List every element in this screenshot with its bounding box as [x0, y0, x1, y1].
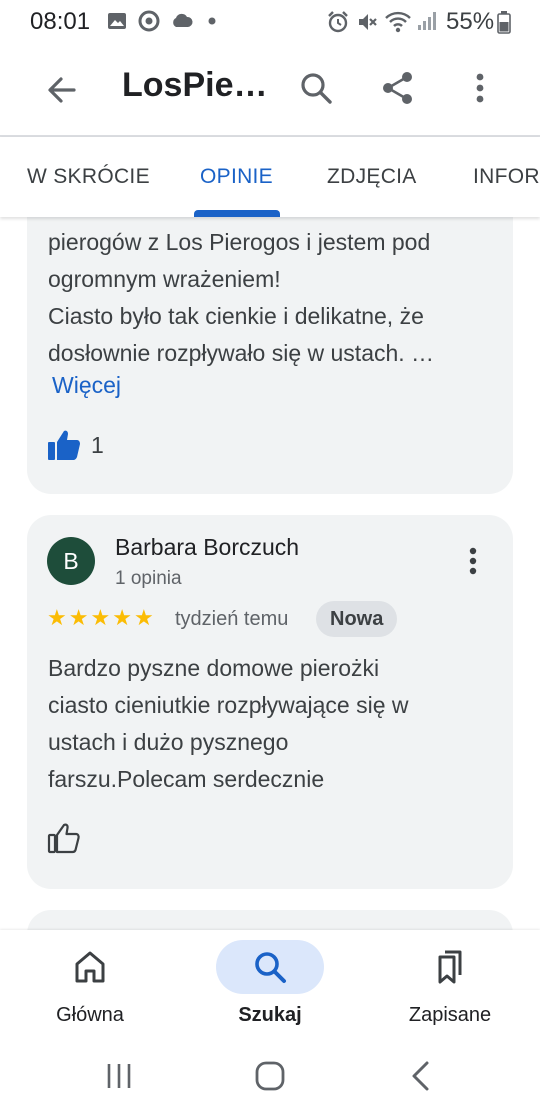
alarm-icon — [328, 11, 348, 33]
tab-reviews[interactable]: OPINIE — [200, 165, 273, 189]
place-title: LosPie… — [122, 66, 268, 104]
recent-apps-icon[interactable] — [99, 1056, 139, 1096]
reviews-list[interactable]: pierogów z Los Pierogos i jestem pod ogr… — [0, 217, 540, 930]
system-navigation-bar — [0, 1042, 540, 1110]
review-card: B Barbara Borczuch 1 opinia ★ ★ ★ ★ ★ ty… — [27, 515, 513, 889]
active-tab-indicator — [194, 210, 280, 217]
like-button[interactable] — [47, 818, 81, 858]
review-text: pierogów z Los Pierogos i jestem pod ogr… — [48, 229, 435, 366]
avatar-letter: B — [63, 547, 79, 574]
like-count: 1 — [91, 431, 104, 458]
tab-overview[interactable]: W SKRÓCIE — [27, 165, 150, 189]
thumbs-up-filled-icon — [48, 430, 80, 460]
tab-photos[interactable]: ZDJĘCIA — [327, 165, 417, 189]
star-icon: ★ — [133, 605, 154, 630]
star-icon: ★ — [90, 605, 111, 630]
status-bar: 08:01 55% — [0, 0, 540, 42]
nav-label: Główna — [56, 1004, 124, 1026]
nav-home[interactable]: Główna — [0, 930, 180, 1042]
battery-percentage: 55% — [446, 8, 495, 35]
search-icon — [255, 952, 286, 983]
review-author[interactable]: Barbara Borczuch — [115, 534, 299, 561]
home-button-icon[interactable] — [250, 1056, 290, 1096]
gallery-notification-icon — [108, 13, 126, 29]
review-time: tydzień temu — [175, 608, 289, 630]
cloud-notification-icon — [173, 13, 193, 27]
more-notifications-dot-icon — [208, 17, 216, 25]
chrome-notification-icon — [138, 10, 160, 32]
bottom-navigation: Główna Szukaj Zapisane — [0, 930, 540, 1042]
star-icon: ★ — [68, 605, 89, 630]
bookmarks-icon — [438, 950, 462, 984]
review-card — [27, 910, 513, 930]
review-card: pierogów z Los Pierogos i jestem pod ogr… — [27, 217, 513, 494]
avatar[interactable]: B — [47, 537, 95, 585]
like-button[interactable]: 1 — [47, 425, 104, 465]
thumbs-up-outline-icon — [47, 823, 80, 854]
back-arrow-icon[interactable] — [42, 70, 82, 110]
share-icon[interactable] — [378, 68, 418, 108]
wifi-icon — [385, 11, 411, 33]
mute-icon — [359, 14, 377, 30]
battery-icon — [497, 11, 511, 34]
more-options-icon[interactable] — [460, 68, 500, 108]
review-text: Bardzo pyszne domowe pierożki ciasto cie… — [48, 655, 409, 792]
nav-label: Zapisane — [408, 1004, 492, 1026]
tab-info[interactable]: INFOR — [473, 165, 540, 189]
more-link[interactable]: Więcej — [52, 372, 121, 399]
tab-bar: W SKRÓCIE OPINIE ZDJĘCIA INFOR — [0, 137, 540, 217]
star-icon: ★ — [47, 605, 67, 630]
star-icon: ★ — [112, 605, 132, 630]
signal-icon — [418, 12, 436, 30]
nav-label: Szukaj — [238, 1004, 302, 1026]
nav-search[interactable]: Szukaj — [180, 930, 360, 1042]
nav-saved[interactable]: Zapisane — [360, 930, 540, 1042]
app-bar: LosPie… — [0, 42, 540, 136]
review-menu-icon[interactable] — [455, 543, 491, 579]
search-icon[interactable] — [296, 68, 336, 108]
back-button-icon[interactable] — [401, 1056, 441, 1096]
star-rating: ★ ★ ★ ★ ★ — [47, 607, 154, 629]
status-time: 08:01 — [30, 8, 91, 35]
home-icon — [75, 951, 105, 983]
new-badge: Nowa — [316, 601, 398, 637]
author-review-count: 1 opinia — [115, 568, 182, 589]
